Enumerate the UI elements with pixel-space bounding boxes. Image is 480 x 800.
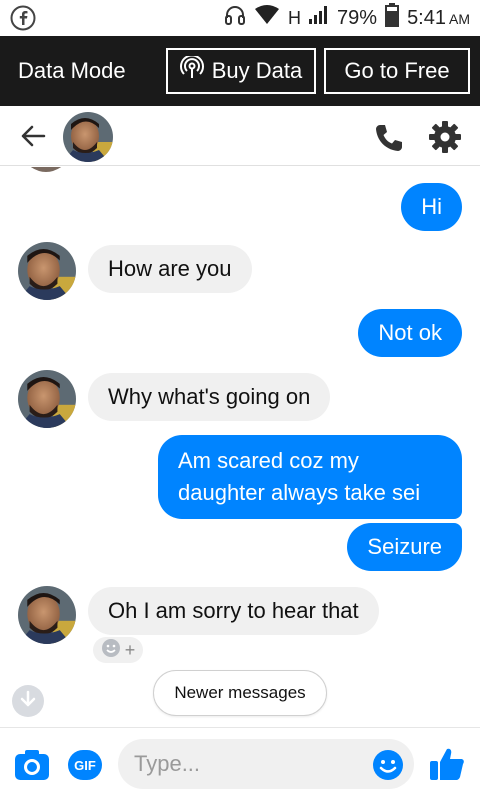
message-bubble-incoming[interactable]: Oh I am sorry to hear that	[88, 587, 379, 635]
message-bubble-outgoing[interactable]: Seizure	[347, 523, 462, 571]
gear-icon[interactable]	[428, 120, 462, 159]
newer-messages-button[interactable]: Newer messages	[153, 670, 327, 716]
data-mode-bar: Data Mode Buy Data Go to Free	[0, 36, 480, 106]
plus-label: +	[124, 639, 136, 660]
sender-avatar[interactable]	[18, 586, 76, 644]
go-to-free-label: Go to Free	[344, 58, 450, 83]
clock: 5:41 AM	[407, 6, 470, 29]
sender-avatar[interactable]	[18, 370, 76, 428]
add-reaction-button[interactable]: +	[93, 637, 143, 663]
wifi-icon	[254, 5, 280, 31]
arrow-down-icon	[19, 690, 37, 713]
thumbs-up-icon[interactable]	[429, 746, 465, 787]
chat-header	[0, 106, 480, 166]
message-input[interactable]	[118, 739, 414, 789]
data-mode-label: Data Mode	[18, 58, 126, 83]
headset-icon	[224, 4, 246, 32]
broadcast-icon	[179, 54, 204, 86]
sender-avatar[interactable]	[18, 242, 76, 300]
battery-icon	[385, 3, 400, 33]
back-arrow-icon[interactable]	[20, 124, 46, 153]
emoji-icon[interactable]	[372, 749, 404, 786]
signal-icon	[309, 5, 329, 31]
smiley-icon	[101, 638, 121, 663]
contact-avatar[interactable]	[63, 112, 113, 162]
camera-icon[interactable]	[14, 749, 50, 786]
gif-button[interactable]: GIF	[68, 750, 102, 780]
message-bubble-incoming[interactable]: How are you	[88, 245, 252, 293]
message-bubble-outgoing[interactable]: Hi	[401, 183, 462, 231]
battery-percent: 79%	[337, 6, 378, 29]
message-bubble-incoming[interactable]: Why what's going on	[88, 373, 331, 421]
network-type: H	[288, 7, 302, 28]
avatar-peek	[22, 167, 70, 175]
scroll-down-button[interactable]	[12, 685, 44, 717]
message-bubble-outgoing[interactable]: Not ok	[358, 309, 462, 357]
phone-icon[interactable]	[373, 122, 405, 159]
composer-bar: GIF	[0, 727, 480, 800]
buy-data-button[interactable]: Buy Data	[166, 48, 316, 94]
go-to-free-button[interactable]: Go to Free	[324, 48, 470, 94]
status-bar: H 79% 5:41 AM	[0, 0, 480, 36]
message-list[interactable]: Hi How are you Not ok Why what's going o…	[0, 167, 480, 727]
facebook-icon	[10, 5, 36, 36]
buy-data-label: Buy Data	[211, 58, 303, 83]
message-bubble-outgoing[interactable]: Am scared coz my daughter always take se…	[158, 435, 462, 519]
